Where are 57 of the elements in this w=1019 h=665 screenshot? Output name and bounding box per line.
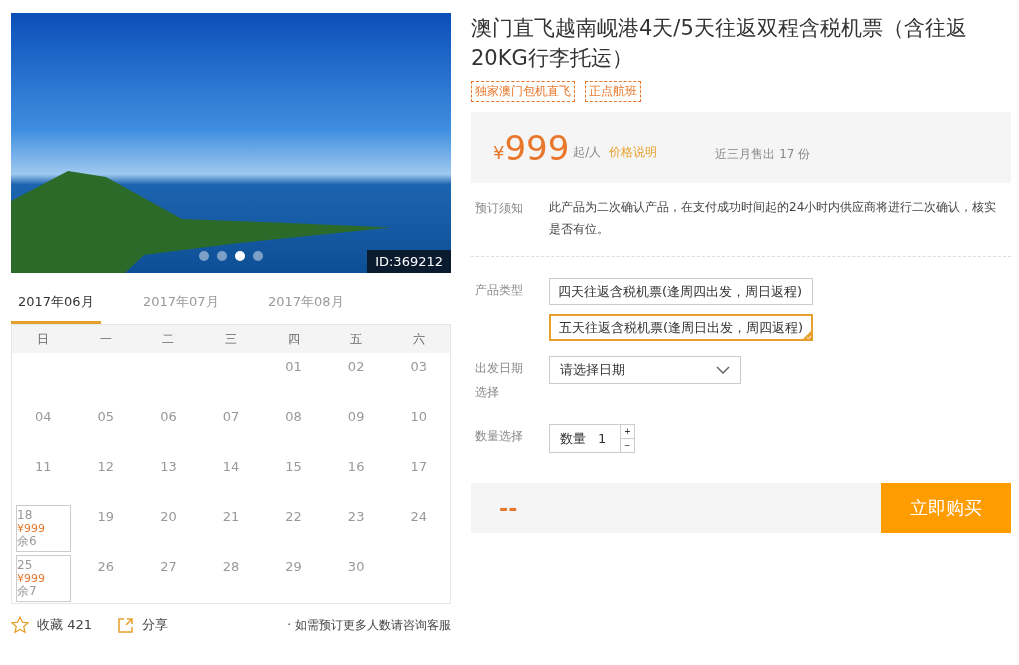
carousel-dot[interactable] bbox=[199, 251, 209, 261]
share-icon[interactable] bbox=[116, 616, 134, 634]
quantity-label: 数量选择 bbox=[475, 428, 524, 445]
calendar-day: 19 bbox=[97, 509, 115, 524]
date-label: 出发日期选择 bbox=[475, 360, 524, 401]
product-option[interactable]: 四天往返含税机票(逢周四出发，周日返程) bbox=[549, 278, 814, 305]
date-dropdown[interactable]: 请选择日期 bbox=[549, 356, 741, 384]
calendar-day: 12 bbox=[97, 459, 115, 474]
currency-sign: ¥ bbox=[493, 142, 505, 163]
calendar-day: 21 bbox=[222, 509, 240, 524]
chevron-down-icon bbox=[716, 366, 730, 374]
notice-label: 预订须知 bbox=[475, 200, 524, 217]
calendar-day: 14 bbox=[222, 459, 240, 474]
calendar-day: 28 bbox=[222, 559, 240, 574]
calendar-day: 08 bbox=[285, 409, 302, 424]
calendar-day: 03 bbox=[410, 359, 427, 374]
calendar-day: 10 bbox=[410, 409, 427, 424]
calendar-day: 17 bbox=[410, 459, 427, 474]
calendar-day: 07 bbox=[222, 409, 240, 424]
calendar-day: 02 bbox=[347, 359, 365, 374]
consult-note: · 如需预订更多人数请咨询客服 bbox=[287, 616, 451, 634]
type-label: 产品类型 bbox=[475, 282, 524, 299]
price: 999 bbox=[504, 127, 570, 168]
calendar-day: 01 bbox=[285, 359, 302, 374]
sales-count: 近三月售出 17 份 bbox=[715, 146, 811, 163]
feature-tag: 独家澳门包机直飞 bbox=[471, 81, 575, 102]
calendar-day: 06 bbox=[160, 409, 177, 424]
calendar-day: 27 bbox=[160, 559, 177, 574]
total-price: -- bbox=[498, 495, 519, 521]
calendar-day: 13 bbox=[160, 459, 177, 474]
calendar-day: 09 bbox=[347, 409, 365, 424]
feature-tag: 正点航班 bbox=[585, 81, 641, 102]
calendar-day: 15 bbox=[285, 459, 302, 474]
id-badge: ID:369212 bbox=[367, 250, 451, 273]
calendar-day: 23 bbox=[347, 509, 365, 524]
check-icon bbox=[802, 330, 813, 340]
weekday-header: 日 一 二 三 四 五 六 bbox=[12, 325, 450, 353]
calendar-day: 20 bbox=[160, 509, 177, 524]
calendar-day: 16 bbox=[347, 459, 365, 474]
calendar-day: 24 bbox=[410, 509, 427, 524]
calendar-day: 22 bbox=[285, 509, 302, 524]
calendar-day: 05 bbox=[97, 409, 115, 424]
calendar-day: 30 bbox=[347, 559, 365, 574]
carousel-dot[interactable] bbox=[217, 251, 227, 261]
product-title: 澳门直飞越南岘港4天/5天往返双程含税机票（含往返20KG行李托运） bbox=[471, 15, 968, 72]
calendar-day: 26 bbox=[97, 559, 115, 574]
calendar-day: 04 bbox=[35, 409, 52, 424]
notice-text: 此产品为二次确认产品，在支付成功时间起的24小时内供应商将进行二次确认，核实是否有位。 bbox=[549, 199, 998, 238]
calendar-day: 29 bbox=[285, 559, 302, 574]
carousel-dot[interactable] bbox=[253, 251, 263, 261]
carousel-dot[interactable] bbox=[235, 251, 245, 261]
price-unit: 起/人 bbox=[573, 144, 602, 161]
star-icon[interactable] bbox=[11, 616, 29, 634]
favorite-count[interactable]: 收藏 421 bbox=[37, 616, 92, 634]
share-link[interactable]: 分享 bbox=[141, 616, 168, 634]
calendar-day: 11 bbox=[35, 459, 52, 474]
product-option[interactable]: 五天往返含税机票(逢周日出发，周四返程) bbox=[549, 314, 814, 341]
